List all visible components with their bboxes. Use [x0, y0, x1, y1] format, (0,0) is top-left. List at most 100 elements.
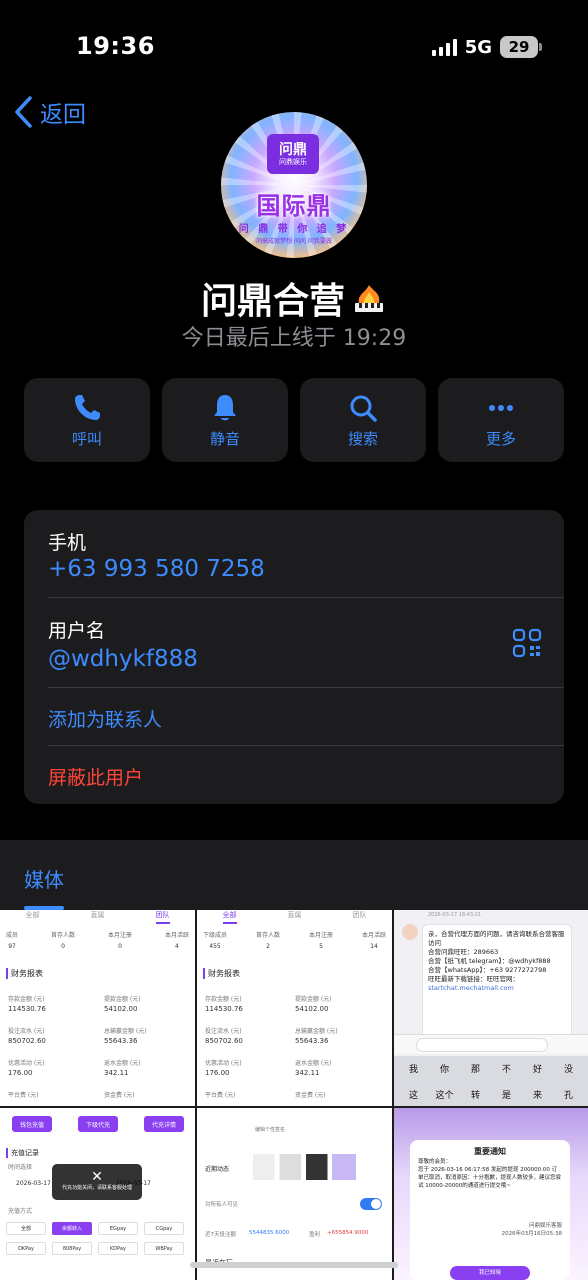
search-button[interactable]: 搜索 [300, 378, 426, 462]
edit-signature-label: 编辑个性签名 [255, 1127, 286, 1133]
back-button[interactable]: 返回 [12, 92, 86, 132]
toast-text: 代充功能关闭，请联系客服处理 [61, 1185, 132, 1191]
contact-info-card: 手机 +63 993 580 7258 用户名 @wdhykf888 添加为联系… [24, 510, 564, 804]
phone-row[interactable]: 手机 +63 993 580 7258 [48, 510, 564, 598]
call-button[interactable]: 呼叫 [24, 378, 150, 462]
chat-line: 合营问鼎旺旺：289663 [428, 948, 499, 956]
battery-level: 29 [508, 38, 530, 56]
home-indicator[interactable] [190, 1262, 398, 1268]
report-value: 资金费 (元) [295, 1092, 326, 1099]
method-chip: 全部 [6, 1222, 46, 1235]
date-from: 2026-03-17 [16, 1180, 51, 1187]
report-value: 平台费 (元) [8, 1092, 39, 1099]
keyboard-key: 这 [408, 1091, 418, 1101]
bell-icon [214, 394, 236, 420]
logo-text: 问鼎 [279, 141, 307, 158]
media-thumbnail[interactable]: 钱包充值 下级代充 代充详情 充值记录 时间选择 2026-03-17 2026… [0, 1108, 195, 1280]
stat-item: 本月注册 5 [308, 932, 333, 950]
more-label: 更多 [485, 429, 516, 448]
call-label: 呼叫 [71, 429, 102, 448]
report-section-title: 财务报表 [6, 968, 43, 979]
fire-piano-emoji-icon [355, 285, 383, 312]
notice-brand: 问鼎娱乐客服 [528, 1223, 562, 1229]
chat-line: 合营【纸飞机 telegram】：@wdhykf888 [428, 957, 551, 965]
battery-icon: 29 [500, 36, 542, 58]
notice-date: 2026年03月16日05:38 [501, 1231, 562, 1237]
report-value: 优惠活动 (元) 176.00 [205, 1060, 242, 1077]
stat-item: 本月活跃 14 [361, 932, 386, 950]
keyboard-key: 转 [470, 1091, 480, 1101]
chat-timestamp: 2026-03-17 18:43:21 [428, 912, 482, 918]
keyboard-key: 你 [439, 1065, 449, 1075]
thumb-tab: 直属 [90, 911, 105, 919]
phone-icon [75, 394, 100, 420]
notice-ack-button: 我已知晓 [450, 1266, 530, 1280]
notice-dialog: 重要通知 尊敬的会员： 您于 2026-03-16 06:17:58 发起的提现… [410, 1140, 570, 1280]
visibility-toggle [360, 1198, 382, 1210]
tab-media[interactable]: 媒体 [24, 864, 64, 893]
avatar-title: 国际鼎 [256, 192, 332, 220]
status-bar: 19:36 5G 29 [0, 0, 588, 96]
chat-line: 合营【whatsApp】：+63 9277272798 [428, 966, 547, 974]
notice-body: 您于 2026-03-16 06:17:58 发起的提现 200000.00 订… [418, 1167, 562, 1189]
method-chip: 808Pay [52, 1242, 92, 1255]
avatar-tagline: 问鼎成就梦想 问问 问我要做 [256, 238, 332, 245]
more-icon [489, 404, 513, 411]
search-label: 搜索 [347, 429, 378, 448]
media-thumbnail[interactable]: 2026-03-17 18:43:21 亲，合营代理方面的问题，请咨询联系合营客… [394, 910, 588, 1106]
bet-value: 5544835.6000 [249, 1230, 290, 1236]
signal-icon [431, 38, 457, 56]
chat-line: 旺旺最新下载链接：旺旺官网： [428, 975, 519, 983]
stat-item: 本月注册 0 [107, 932, 132, 950]
method-chip: 余额转入 [52, 1222, 92, 1235]
report-value: 总输赢金额 (元) 55643.36 [295, 1028, 338, 1045]
media-thumbnail[interactable]: 全部 直属 团队 成员 97 首存人数 0 本月注册 0 本月活跃 4 财务报表 存款金… [0, 910, 195, 1106]
chat-line: 亲，合营代理方面的问题，请咨询联系合营客服访问 [428, 930, 565, 947]
sub-recharge-button: 下级代充 [78, 1116, 118, 1132]
thumb-tab: 全部 [25, 911, 40, 919]
stat-item: 成员 97 [6, 932, 19, 950]
action-buttons: 呼叫 静音 搜索 更多 [24, 378, 564, 462]
phone-number[interactable]: +63 993 580 7258 [48, 556, 265, 582]
thumb-tab: 团队 [352, 911, 367, 919]
add-contact-button[interactable]: 添加为联系人 [48, 705, 162, 732]
report-tabs: 全部 直属 团队 [197, 910, 392, 924]
profile-avatar[interactable]: 问鼎 问鼎娱乐 国际鼎 问 鼎 带 你 追 梦 问鼎成就梦想 问问 问我要做 [221, 112, 367, 258]
username-value[interactable]: @wdhykf888 [48, 646, 198, 672]
block-user-button[interactable]: 屏蔽此用户 [48, 763, 143, 790]
report-value: 提款金额 (元) 54102.00 [104, 996, 141, 1013]
notice-title: 重要通知 [474, 1147, 506, 1156]
profile-name-text: 问鼎合营 [200, 281, 345, 322]
recent-activity-label: 近期动态 [205, 1166, 230, 1173]
thumb-tab: 团队 [155, 910, 170, 924]
media-thumbnail[interactable]: 编辑个性签名 近期动态 对所有人可见 近7天投注额 5544835.6000 盈… [197, 1108, 392, 1280]
more-button[interactable]: 更多 [438, 378, 564, 462]
keyboard-key: 孔 [563, 1091, 573, 1101]
phone-label: 手机 [48, 532, 87, 554]
mute-button[interactable]: 静音 [162, 378, 288, 462]
recharge-section-title: 充值记录 [6, 1148, 39, 1158]
status-time: 19:36 [76, 32, 155, 60]
username-row[interactable]: 用户名 @wdhykf888 [48, 598, 564, 688]
notice-salutation: 尊敬的会员： [418, 1159, 452, 1165]
toast-message: ✕ 代充功能关闭，请联系客服处理 [52, 1164, 142, 1200]
chat-input-field [416, 1038, 548, 1052]
method-chip: KDPay [98, 1242, 138, 1255]
report-stats: 成员 97 首存人数 0 本月注册 0 本月活跃 4 [6, 930, 189, 950]
method-label: 充值方式 [8, 1208, 33, 1215]
method-chip: EGpay [98, 1222, 138, 1235]
keyboard-key: 来 [532, 1091, 542, 1101]
media-thumbnail[interactable]: 重要通知 尊敬的会员： 您于 2026-03-16 06:17:58 发起的提现… [394, 1108, 588, 1280]
brand-logo: 问鼎 问鼎娱乐 [267, 134, 319, 174]
search-icon [350, 395, 377, 422]
stat-item: 下级成员 455 [203, 932, 228, 950]
media-thumbnail[interactable]: 全部 直属 团队 下级成员 455 首存人数 2 本月注册 5 本月活跃 14 财务报表… [197, 910, 392, 1106]
stat-item: 本月活跃 4 [164, 932, 189, 950]
report-value: 资金费 (元) [104, 1092, 135, 1099]
add-contact-row[interactable]: 添加为联系人 [48, 688, 564, 746]
qr-code-icon[interactable] [512, 628, 542, 658]
block-user-row[interactable]: 屏蔽此用户 [48, 746, 564, 804]
username-label: 用户名 [48, 620, 106, 642]
close-icon: ✕ [91, 1169, 103, 1185]
keyboard-key: 好 [532, 1065, 542, 1075]
